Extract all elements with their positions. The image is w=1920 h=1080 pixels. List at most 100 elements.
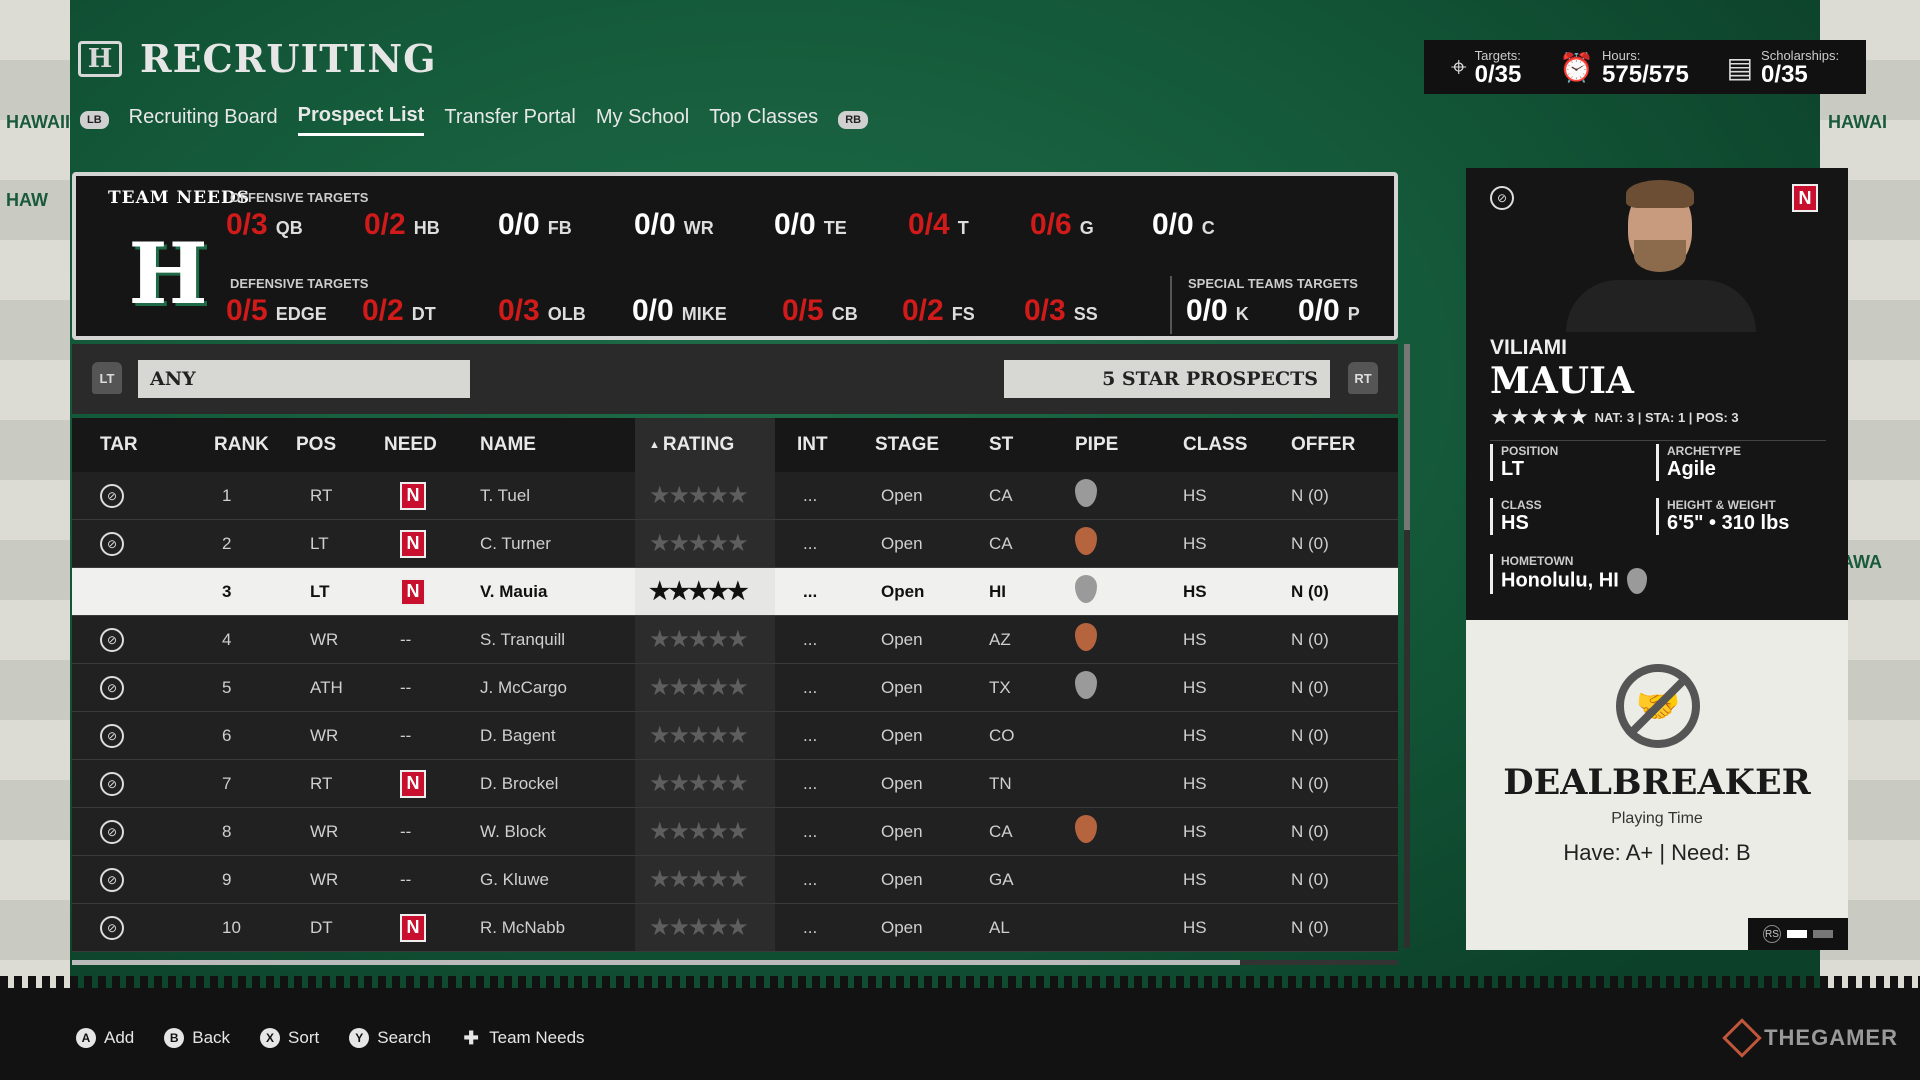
cell-name: D. Brockel (480, 773, 559, 793)
team-needs-panel: TEAM NEEDS H OFFENSIVE TARGETS 0/3 QB 0/2… (72, 172, 1398, 340)
target-add-icon[interactable]: ⊘ (100, 627, 124, 652)
tab-recruiting-board[interactable]: Recruiting Board (129, 106, 278, 135)
lt-trigger-icon[interactable]: LT (92, 362, 122, 394)
tab-prospect-list[interactable]: Prospect List (297, 104, 425, 136)
cell-pos: DT (310, 917, 333, 937)
class-label: CLASS (1501, 498, 1542, 512)
x-button-icon: X (260, 1028, 281, 1048)
col-offer[interactable]: OFFER (1279, 434, 1389, 456)
target-add-icon[interactable]: ⊘ (100, 675, 124, 700)
cell-pipe (1063, 815, 1163, 848)
table-row[interactable]: ⊘ 1 RT N T. Tuel ★★★★★... Open CA HS N (0) (72, 472, 1398, 520)
need-item: 0/3 QB (226, 208, 364, 242)
cell-offer: N (0) (1291, 917, 1329, 937)
cell-offer: N (0) (1291, 581, 1329, 601)
lb-bumper-icon[interactable]: LB (80, 111, 109, 129)
need-item: 0/3 OLB (498, 294, 632, 328)
col-st[interactable]: ST (981, 434, 1063, 456)
vertical-scrollbar-thumb[interactable] (1404, 344, 1410, 530)
rt-trigger-icon[interactable]: RT (1348, 362, 1378, 394)
cell-pos: ATH (310, 677, 343, 697)
cell-need: -- (400, 869, 412, 889)
cell-tar[interactable]: ⊘ (72, 771, 184, 796)
target-add-icon[interactable]: ⊘ (100, 867, 124, 892)
cell-rating: ★★★★★ (635, 616, 775, 663)
cell-int: ... (803, 677, 818, 697)
table-row[interactable]: ⊘ 5 ATH -- J. McCargo ★★★★★... Open TX HS N (0) (72, 664, 1398, 712)
cell-tar[interactable]: ⊘ (72, 723, 184, 748)
col-pos[interactable]: POS (276, 434, 364, 456)
need-item: 0/2 DT (362, 294, 498, 328)
tab-my-school[interactable]: My School (596, 106, 689, 135)
table-row[interactable]: 3 LT N V. Mauia ★★★★★... Open HI HS N (0) (72, 568, 1398, 616)
col-rating[interactable]: ▲ RATING (635, 418, 775, 472)
col-int[interactable]: INT (775, 434, 851, 456)
cell-stage: Open (881, 677, 923, 697)
col-need[interactable]: NEED (364, 434, 460, 456)
need-value: 0/2 (902, 294, 944, 327)
cell-state: AL (989, 917, 1010, 937)
table-row[interactable]: ⊘ 8 WR -- W. Block ★★★★★... Open CA HS N (0) (72, 808, 1398, 856)
table-row[interactable]: ⊘ 7 RT N D. Brockel ★★★★★... Open TN HS N (0) (72, 760, 1398, 808)
card-page-indicator[interactable]: RS (1748, 918, 1848, 950)
table-row[interactable]: ⊘ 6 WR -- D. Bagent ★★★★★... Open CO HS N (0) (72, 712, 1398, 760)
cell-class: HS (1183, 773, 1207, 793)
need-item: 0/2 FS (902, 294, 1024, 328)
table-row[interactable]: ⊘ 10 DT N R. McNabb ★★★★★... Open AL HS N (0) (72, 904, 1398, 952)
need-position: P (1347, 304, 1360, 324)
cell-pos: WR (310, 629, 339, 649)
position-filter[interactable]: ANY (138, 360, 470, 398)
cell-offer: N (0) (1291, 533, 1329, 553)
cell-offer: N (0) (1291, 629, 1329, 649)
prospect-table: TAR RANK POS NEED NAME ▲ RATING INT STAGE… (72, 418, 1398, 952)
hint-back[interactable]: B Back (164, 1028, 230, 1048)
target-add-icon[interactable]: ⊘ (100, 531, 124, 556)
cell-int: ... (803, 629, 818, 649)
need-position: EDGE (275, 304, 327, 324)
target-add-icon[interactable]: ⊘ (100, 771, 124, 796)
need-value: 0/3 (1024, 294, 1066, 327)
tab-transfer-portal[interactable]: Transfer Portal (444, 106, 576, 135)
prospect-filter[interactable]: 5 STAR PROSPECTS (1004, 360, 1330, 398)
target-add-icon[interactable]: ⊘ (100, 819, 124, 844)
col-class[interactable]: CLASS (1163, 434, 1279, 456)
hint-team-needs[interactable]: ✚ Team Needs (461, 1028, 585, 1048)
target-add-icon[interactable]: ⊘ (100, 483, 124, 508)
cell-class: HS (1183, 485, 1207, 505)
target-add-icon[interactable]: ⊘ (1490, 186, 1514, 210)
cell-rating: ★★★★★ (635, 568, 775, 615)
target-add-icon[interactable]: ⊘ (100, 723, 124, 748)
col-rank[interactable]: RANK (184, 434, 276, 456)
cell-tar[interactable]: ⊘ (72, 915, 184, 940)
target-add-icon[interactable]: ⊘ (100, 915, 124, 940)
cell-tar[interactable]: ⊘ (72, 531, 184, 556)
hint-sort[interactable]: X Sort (260, 1028, 319, 1048)
cell-pipe (1063, 671, 1163, 704)
cell-rating: ★★★★★ (635, 808, 775, 855)
cell-tar[interactable]: ⊘ (72, 867, 184, 892)
col-name[interactable]: NAME (460, 434, 635, 456)
col-tar[interactable]: TAR (72, 434, 184, 456)
hint-add[interactable]: A Add (76, 1028, 134, 1048)
col-stage[interactable]: STAGE (851, 434, 981, 456)
cell-tar[interactable]: ⊘ (72, 627, 184, 652)
tab-top-classes[interactable]: Top Classes (709, 106, 818, 135)
col-pipe[interactable]: PIPE (1063, 434, 1163, 456)
hint-search[interactable]: Y Search (349, 1028, 431, 1048)
cell-tar[interactable]: ⊘ (72, 675, 184, 700)
table-row[interactable]: ⊘ 2 LT N C. Turner ★★★★★... Open CA HS N (0) (72, 520, 1398, 568)
archetype-value: Agile (1667, 458, 1716, 480)
table-row[interactable]: ⊘ 9 WR -- G. Kluwe ★★★★★... Open GA HS N (0) (72, 856, 1398, 904)
cell-tar[interactable]: ⊘ (72, 819, 184, 844)
cell-rank: 2 (222, 533, 232, 553)
cell-tar[interactable]: ⊘ (72, 483, 184, 508)
pipeline-pin-icon (1075, 815, 1097, 843)
horizontal-scrollbar-thumb[interactable] (72, 960, 1240, 965)
need-position: G (1079, 218, 1094, 238)
b-button-icon: B (164, 1028, 185, 1048)
player-card: ⊘ N VILIAMI MAUIA ★★★★★ NAT: 3 | STA: 1 … (1466, 168, 1848, 950)
star-rating-icon: ★★★★★ (649, 914, 749, 941)
table-row[interactable]: ⊘ 4 WR -- S. Tranquill ★★★★★... Open AZ HS N (0) (72, 616, 1398, 664)
document-icon: ▤ (1726, 51, 1754, 83)
rb-bumper-icon[interactable]: RB (838, 111, 869, 129)
